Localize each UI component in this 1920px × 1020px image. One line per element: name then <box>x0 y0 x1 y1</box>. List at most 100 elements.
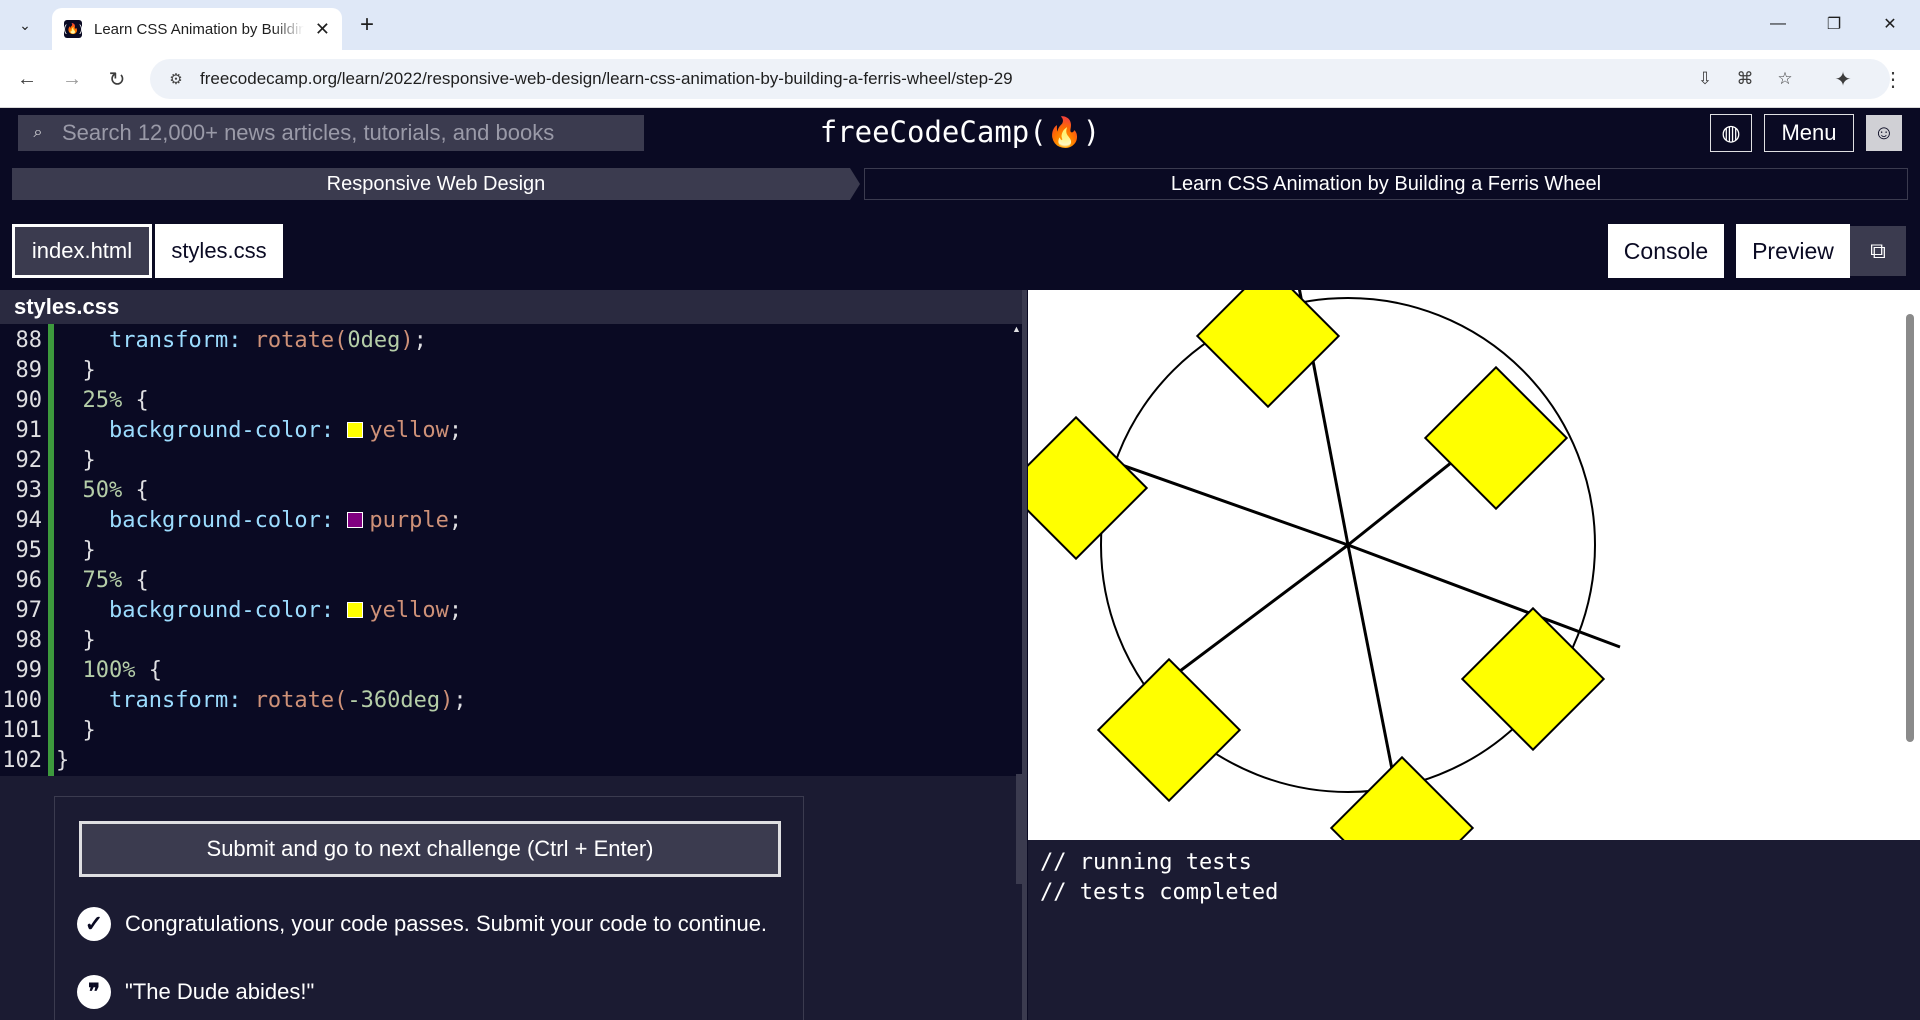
code-line: 90 25% { <box>0 386 1020 416</box>
breadcrumb-block[interactable]: Learn CSS Animation by Building a Ferris… <box>864 168 1908 200</box>
search-icon: ⌕ <box>33 124 43 141</box>
extensions-icon[interactable]: ✦ <box>1826 62 1860 96</box>
preview-popout-icon[interactable]: ⧉ <box>1850 226 1906 276</box>
search-input[interactable]: ⌕ Search 12,000+ news articles, tutorial… <box>18 115 644 151</box>
line-number: 93 <box>15 478 43 503</box>
code-text: 100% { <box>82 658 162 683</box>
code-text: 75% { <box>82 568 149 593</box>
console-button[interactable]: Console <box>1608 224 1724 278</box>
editor-filename: styles.css <box>0 290 1024 324</box>
code-editor[interactable]: ▲ 88 transform: rotate(0deg); 89 } 90 25% … <box>0 324 1022 776</box>
code-line: 102} <box>0 746 1020 776</box>
browser-tab[interactable]: (🔥) Learn CSS Animation by Building a Fe… <box>52 8 342 50</box>
code-line: 96 75% { <box>0 566 1020 596</box>
submit-button[interactable]: Submit and go to next challenge (Ctrl + … <box>79 821 781 877</box>
browser-tabstrip: ⌄ (🔥) Learn CSS Animation by Building a … <box>0 0 1920 50</box>
code-text: transform: rotate(0deg); <box>108 328 427 353</box>
test-panel: Submit and go to next challenge (Ctrl + … <box>54 796 804 1020</box>
editor-pane: styles.css ▲ 88 transform: rotate(0deg);… <box>0 290 1024 1020</box>
new-tab-icon[interactable]: + <box>352 10 382 40</box>
code-line: 100 transform: rotate(-360deg); <box>0 686 1020 716</box>
preview-frame[interactable] <box>1028 290 1920 840</box>
menu-button[interactable]: Menu <box>1764 114 1854 152</box>
quote-text: "The Dude abides!" <box>125 979 315 1004</box>
minimize-icon[interactable]: — <box>1758 8 1798 40</box>
preview-button[interactable]: Preview <box>1736 224 1850 278</box>
cabin <box>1096 657 1242 803</box>
fcc-navbar: ⌕ Search 12,000+ news articles, tutorial… <box>0 109 1920 155</box>
window-close-icon[interactable]: ✕ <box>1870 8 1910 40</box>
color-swatch[interactable] <box>347 512 364 528</box>
code-line: 92 } <box>0 446 1020 476</box>
tab-title: Learn CSS Animation by Building a Ferris… <box>94 20 304 38</box>
line-number: 98 <box>15 628 43 653</box>
preview-scroll-thumb[interactable] <box>1906 314 1914 742</box>
spoke <box>1347 543 1621 649</box>
check-icon: ✓ <box>77 907 111 941</box>
forward-icon[interactable]: → <box>55 62 89 96</box>
line-number: 88 <box>15 328 43 353</box>
reload-icon[interactable]: ↻ <box>100 62 134 96</box>
code-line: 97 background-color: yellow; <box>0 596 1020 626</box>
fcc-favicon-icon: (🔥) <box>63 20 83 38</box>
line-number: 100 <box>2 688 42 713</box>
code-line: 98 } <box>0 626 1020 656</box>
translate-icon[interactable]: ⌘ <box>1732 66 1758 92</box>
tab-search-icon[interactable]: ⌄ <box>10 10 40 40</box>
back-icon[interactable]: ← <box>10 62 44 96</box>
install-app-icon[interactable]: ⇩ <box>1692 66 1718 92</box>
editor-scrollbar[interactable] <box>1016 774 1022 884</box>
code-text: background-color: purple; <box>108 508 463 533</box>
code-line: 91 background-color: yellow; <box>0 416 1020 446</box>
tab-index-html[interactable]: index.html <box>12 224 152 278</box>
color-swatch[interactable] <box>347 422 364 438</box>
search-placeholder: Search 12,000+ news articles, tutorials,… <box>62 120 555 145</box>
cabin <box>1028 415 1149 561</box>
breadcrumb-superblock[interactable]: Responsive Web Design <box>12 168 860 200</box>
code-line: 95 } <box>0 536 1020 566</box>
code-text: 50% { <box>82 478 149 503</box>
code-line: 89 } <box>0 356 1020 386</box>
color-swatch[interactable] <box>347 602 364 618</box>
quote-icon: ❞ <box>77 975 111 1009</box>
language-globe-icon[interactable]: ◍ <box>1710 114 1752 152</box>
pane-divider[interactable] <box>1022 290 1027 1020</box>
bookmark-star-icon[interactable]: ☆ <box>1772 66 1798 92</box>
line-number: 96 <box>15 568 43 593</box>
code-line: 88 transform: rotate(0deg); <box>0 326 1020 356</box>
code-text: transform: rotate(-360deg); <box>108 688 467 713</box>
line-number: 91 <box>15 418 43 443</box>
browser-toolbar: ← → ↻ ⚙ freecodecamp.org/learn/2022/resp… <box>0 50 1920 108</box>
breadcrumb: Responsive Web Design Learn CSS Animatio… <box>12 168 1908 200</box>
line-number: 97 <box>15 598 43 623</box>
ferris-wheel-preview <box>1028 290 1621 840</box>
code-text: } <box>56 718 96 743</box>
line-number: 89 <box>15 358 43 383</box>
address-bar[interactable]: ⚙ freecodecamp.org/learn/2022/responsive… <box>150 59 1890 99</box>
line-number: 102 <box>2 748 42 773</box>
code-text: } <box>56 448 96 473</box>
console-output: // running tests // tests completed <box>1028 840 1920 1020</box>
line-number: 101 <box>2 718 42 743</box>
line-number: 90 <box>15 388 43 413</box>
console-line: // running tests <box>1040 850 1252 875</box>
line-number: 92 <box>15 448 43 473</box>
code-line: 101 } <box>0 716 1020 746</box>
restore-icon[interactable]: ❐ <box>1814 8 1854 40</box>
code-text: } <box>56 628 96 653</box>
code-text: } <box>56 358 96 383</box>
close-tab-icon[interactable]: ✕ <box>315 19 330 40</box>
avatar[interactable]: ☺ <box>1866 115 1902 151</box>
code-line: 93 50% { <box>0 476 1020 506</box>
cabin <box>1460 606 1606 752</box>
code-text: 25% { <box>82 388 149 413</box>
quote-row: ❞ "The Dude abides!" <box>77 975 314 1009</box>
tab-styles-css[interactable]: styles.css <box>155 224 283 278</box>
site-info-icon[interactable]: ⚙ <box>166 69 186 89</box>
console-line: // tests completed <box>1040 880 1279 905</box>
line-number: 95 <box>15 538 43 563</box>
pass-message-row: ✓ Congratulations, your code passes. Sub… <box>77 907 767 941</box>
more-menu-icon[interactable]: ⋮ <box>1876 62 1910 96</box>
line-number: 99 <box>15 658 43 683</box>
code-text: background-color: yellow; <box>108 418 463 443</box>
